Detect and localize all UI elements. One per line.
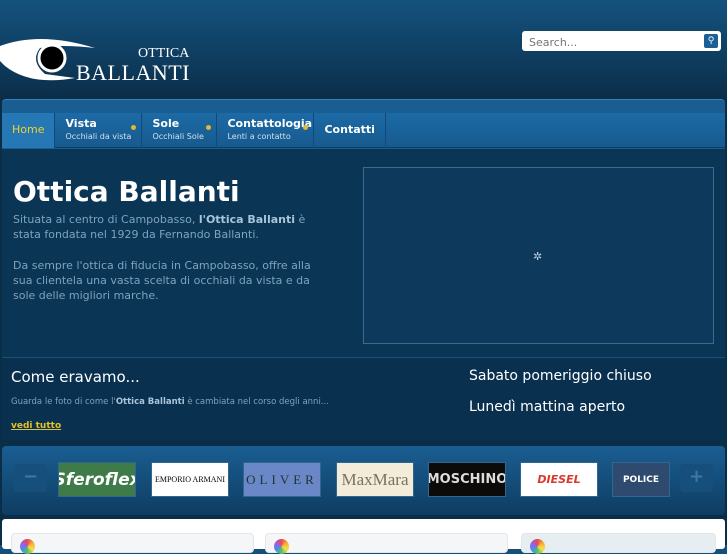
panel-3 xyxy=(521,533,716,553)
search-box: ⚲ xyxy=(522,31,721,53)
nav-label: Sole xyxy=(152,117,180,130)
brand-emporio-armani[interactable]: EMPORIO ARMANI xyxy=(151,462,229,497)
nav-sole[interactable]: Sole Occhiali Sole xyxy=(142,113,218,148)
carousel-next-button[interactable]: + xyxy=(680,464,713,492)
brand-maxmara[interactable]: MaxMara xyxy=(336,462,414,497)
brand-moschino[interactable]: MOSCHINO xyxy=(428,462,506,497)
brand-police[interactable]: POLICE xyxy=(612,462,670,497)
hours-saturday: Sabato pomeriggio chiuso xyxy=(469,368,652,384)
nav-label: Contatti xyxy=(324,123,375,136)
panel-2 xyxy=(265,533,508,553)
nav-home[interactable]: Home xyxy=(2,113,56,148)
nav-contattologia[interactable]: Contattologia Lenti a contatto xyxy=(217,113,315,148)
page-title: Ottica Ballanti xyxy=(13,175,240,208)
brand-oliver[interactable]: OLIVER xyxy=(243,462,321,497)
beach-ball-icon xyxy=(274,539,289,554)
come-eravamo-text: Guarda le foto di come l'Ottica Ballanti… xyxy=(11,397,329,407)
main-menu: Home Vista Occhiali da vista Sole Occhiali… xyxy=(2,113,725,148)
nav-sublabel: Occhiali Sole xyxy=(152,132,204,141)
nav-label: Vista xyxy=(65,117,97,130)
nav-vista[interactable]: Vista Occhiali da vista xyxy=(55,113,143,148)
beach-ball-icon xyxy=(20,539,35,554)
hours-monday: Lunedì mattina aperto xyxy=(469,399,626,415)
panel-1 xyxy=(11,533,254,553)
intro-paragraph-2: Da sempre l'ottica di fiducia in Campoba… xyxy=(13,259,311,302)
loading-spinner-icon: ✲ xyxy=(533,250,543,263)
search-icon[interactable]: ⚲ xyxy=(704,34,718,48)
intro-paragraph-1: Situata al centro di Campobasso, l'Ottic… xyxy=(13,213,306,241)
logo-ballanti: BALLANTI xyxy=(76,60,190,85)
beach-ball-icon xyxy=(530,539,545,554)
nav-contatti[interactable]: Contatti xyxy=(314,113,386,148)
search-input[interactable] xyxy=(522,32,692,53)
come-eravamo-title: Come eravamo... xyxy=(11,368,140,386)
nav-sublabel: Lenti a contatto xyxy=(227,132,291,141)
nav-label: Home xyxy=(12,123,45,136)
dropdown-icon xyxy=(131,125,137,130)
dropdown-icon xyxy=(206,125,212,130)
brand-diesel[interactable]: DIESEL xyxy=(520,462,598,497)
brand-sferoflex[interactable]: Sferoflex xyxy=(58,462,136,497)
nav-label: Contattologia xyxy=(227,117,313,130)
carousel-prev-button[interactable]: − xyxy=(14,464,47,492)
nav-sublabel: Occhiali da vista xyxy=(65,132,132,141)
logo[interactable]: OTTICA BALLANTI xyxy=(0,36,200,86)
vedi-tutto-link[interactable]: vedi tutto xyxy=(11,421,61,431)
